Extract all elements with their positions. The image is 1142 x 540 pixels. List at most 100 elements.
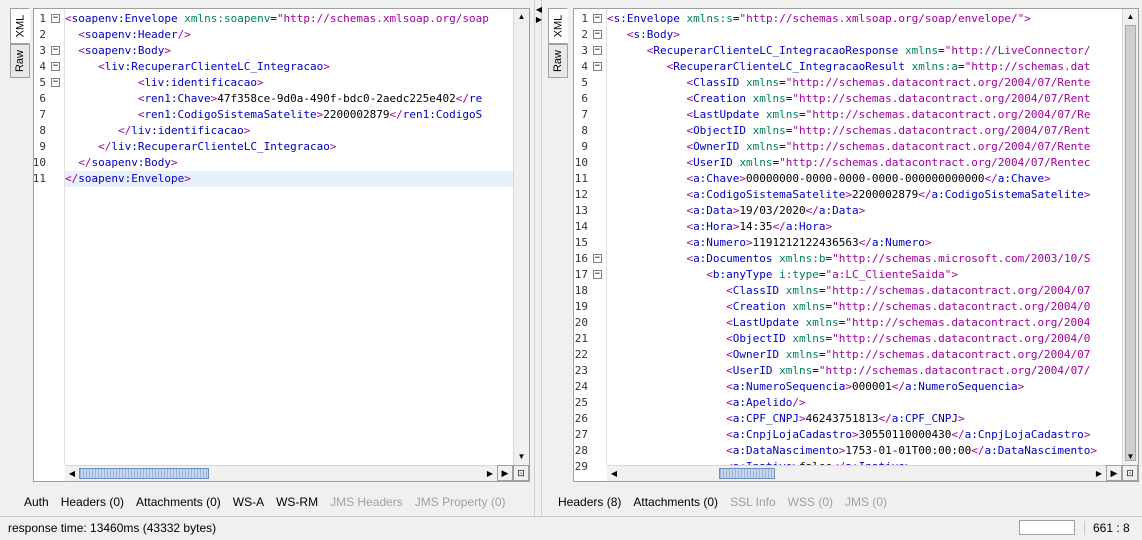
left-bottom-tab[interactable]: Attachments (0) <box>136 495 221 509</box>
code-line[interactable]: <ren1:CodigoSistemaSatelite>2200002879</… <box>65 107 482 123</box>
code-line[interactable]: <a:CPF_CNPJ>46243751813</a:CPF_CNPJ> <box>607 411 964 427</box>
response-tab-raw[interactable]: Raw <box>548 44 568 78</box>
scroll-down-icon[interactable]: ▼ <box>1123 449 1138 465</box>
token-tag: a:NumeroSequencia <box>905 380 1018 393</box>
fold-toggle-icon[interactable]: − <box>593 254 602 263</box>
code-line[interactable]: </soapenv:Envelope> <box>65 171 513 187</box>
code-line[interactable]: <soapenv:Body> <box>65 43 171 59</box>
token-br: </ <box>65 172 79 185</box>
code-line[interactable]: <ObjectID xmlns="http://schemas.datacont… <box>607 123 1090 139</box>
scroll-left-icon[interactable]: ◀ <box>65 466 79 481</box>
magnify-icon[interactable]: ⊡ <box>513 465 529 481</box>
right-bottom-tab[interactable]: Headers (8) <box>558 495 621 509</box>
code-line[interactable]: <a:Apelido/> <box>607 395 805 411</box>
token-tag: s:Body <box>633 28 674 41</box>
code-line[interactable]: <Creation xmlns="http://schemas.datacont… <box>607 299 1090 315</box>
scroll-right-icon[interactable]: ▶ <box>1106 465 1122 481</box>
code-line[interactable]: <liv:RecuperarClienteLC_Integracao> <box>65 59 330 75</box>
fold-toggle-icon[interactable]: − <box>593 62 602 71</box>
fold-toggle-icon[interactable]: − <box>51 46 60 55</box>
left-bottom-tab[interactable]: Auth <box>24 495 49 509</box>
left-bottom-tab[interactable]: WS-A <box>233 495 264 509</box>
code-line[interactable]: <ObjectID xmlns="http://schemas.datacont… <box>607 331 1090 347</box>
code-line[interactable]: <RecuperarClienteLC_IntegracaoResponse x… <box>607 43 1091 59</box>
scroll-up-icon[interactable]: ▲ <box>514 9 529 25</box>
scroll-up-icon[interactable]: ▲ <box>1123 9 1138 25</box>
fold-toggle-icon[interactable]: − <box>51 62 60 71</box>
scroll-right-icon[interactable]: ▶ <box>497 465 513 481</box>
code-line[interactable]: <UserID xmlns="http://schemas.datacontra… <box>607 155 1090 171</box>
code-line[interactable]: <a:Hora>14:35</a:Hora> <box>607 219 832 235</box>
code-line[interactable]: <a:Numero>1191212122436563</a:Numero> <box>607 235 931 251</box>
request-tab-xml[interactable]: XML <box>10 8 30 44</box>
code-line[interactable]: <UserID xmlns="http://schemas.datacontra… <box>607 363 1090 379</box>
request-xml-editor[interactable]: 1−2 3−4−5−6 7 8 9 10 11 <soapenv:Envelope xmln… <box>33 8 530 482</box>
code-line[interactable]: <soapenv:Envelope xmlns:soapenv="http://… <box>65 11 489 27</box>
fold-toggle-icon[interactable]: − <box>51 78 60 87</box>
request-horizontal-scrollbar[interactable]: ◀ ▶ <box>65 465 497 481</box>
line-number: 1 <box>581 12 588 25</box>
scroll-right-icon[interactable]: ▶ <box>1092 466 1106 481</box>
code-line[interactable]: <a:CodigoSistemaSatelite>2200002879</a:C… <box>607 187 1090 203</box>
response-code-area[interactable]: <s:Envelope xmlns:s="http://schemas.xmls… <box>607 9 1122 465</box>
response-hscroll-thumb[interactable] <box>719 468 775 479</box>
left-bottom-tab[interactable]: JMS Headers <box>330 495 403 509</box>
code-line[interactable]: <Creation xmlns="http://schemas.datacont… <box>607 91 1090 107</box>
code-line[interactable]: <LastUpdate xmlns="http://schemas.dataco… <box>607 315 1090 331</box>
code-line[interactable]: <ClassID xmlns="http://schemas.datacontr… <box>607 283 1090 299</box>
code-line[interactable]: <a:Data>19/03/2020</a:Data> <box>607 203 865 219</box>
fold-toggle-icon[interactable]: − <box>593 46 602 55</box>
token-br: > <box>799 412 806 425</box>
code-line[interactable]: <s:Envelope xmlns:s="http://schemas.xmls… <box>607 11 1031 27</box>
token-val: "http://schemas.dat <box>964 60 1091 73</box>
token-text: = <box>779 76 786 89</box>
fold-toggle-icon[interactable]: − <box>51 14 60 23</box>
token-attr: xmlns <box>752 92 786 105</box>
right-bottom-tab[interactable]: SSL Info <box>730 495 776 509</box>
code-line[interactable]: <b:anyType i:type="a:LC_ClienteSaida"> <box>607 267 958 283</box>
token-br: < <box>726 348 733 361</box>
fold-toggle-icon[interactable]: − <box>593 270 602 279</box>
request-hscroll-thumb[interactable] <box>79 468 209 479</box>
response-tab-xml[interactable]: XML <box>548 8 568 44</box>
pane-splitter[interactable]: ◀ ▶ <box>534 0 542 516</box>
line-number: 22 <box>574 348 588 361</box>
left-bottom-tab[interactable]: WS-RM <box>276 495 318 509</box>
code-line[interactable]: <a:Chave>00000000-0000-0000-0000-0000000… <box>607 171 1050 187</box>
magnify-icon[interactable]: ⊡ <box>1122 465 1138 481</box>
code-line[interactable]: <ClassID xmlns="http://schemas.datacontr… <box>607 75 1090 91</box>
code-line[interactable]: <liv:identificacao> <box>65 75 264 91</box>
request-vertical-scrollbar[interactable]: ▲ ▼ <box>513 9 529 465</box>
code-line[interactable]: <LastUpdate xmlns="http://schemas.dataco… <box>607 107 1090 123</box>
fold-toggle-icon[interactable]: − <box>593 14 602 23</box>
left-bottom-tab[interactable]: JMS Property (0) <box>415 495 506 509</box>
request-tab-raw[interactable]: Raw <box>10 44 30 78</box>
code-line[interactable]: </soapenv:Body> <box>65 155 177 171</box>
code-line[interactable]: <a:CnpjLojaCadastro>30550110000430</a:Cn… <box>607 427 1090 443</box>
code-line[interactable]: </liv:identificacao> <box>65 123 250 139</box>
response-vscroll-thumb[interactable] <box>1125 25 1136 461</box>
response-horizontal-scrollbar[interactable]: ◀ ▶ <box>607 465 1106 481</box>
fold-toggle-icon[interactable]: − <box>593 30 602 39</box>
request-code-area[interactable]: <soapenv:Envelope xmlns:soapenv="http://… <box>65 9 513 465</box>
right-bottom-tab[interactable]: JMS (0) <box>845 495 887 509</box>
code-line[interactable]: <a:Documentos xmlns:b="http://schemas.mi… <box>607 251 1090 267</box>
right-bottom-tab[interactable]: WSS (0) <box>788 495 833 509</box>
right-bottom-tab[interactable]: Attachments (0) <box>633 495 718 509</box>
scroll-right-icon[interactable]: ▶ <box>483 466 497 481</box>
scroll-left-icon[interactable]: ◀ <box>607 466 621 481</box>
code-line[interactable]: <a:NumeroSequencia>000001</a:NumeroSeque… <box>607 379 1024 395</box>
code-line[interactable]: <a:DataNascimento>1753-01-01T00:00:00</a… <box>607 443 1097 459</box>
code-line[interactable]: <RecuperarClienteLC_IntegracaoResult xml… <box>607 59 1091 75</box>
scroll-down-icon[interactable]: ▼ <box>514 449 529 465</box>
left-bottom-tab[interactable]: Headers (0) <box>61 495 124 509</box>
response-xml-editor[interactable]: 1−2−3−4−5 6 7 8 9 10 11 12 13 14 15 16−17−18 19 20 21 2… <box>573 8 1139 482</box>
code-line[interactable]: </liv:RecuperarClienteLC_Integracao> <box>65 139 336 155</box>
code-line[interactable]: <s:Body> <box>607 27 680 43</box>
code-line[interactable]: <OwnerID xmlns="http://schemas.datacontr… <box>607 139 1090 155</box>
code-line[interactable]: <ren1:Chave>47f358ce-9d0a-490f-bdc0-2aed… <box>65 91 482 107</box>
code-line[interactable]: <OwnerID xmlns="http://schemas.datacontr… <box>607 347 1090 363</box>
response-vertical-scrollbar[interactable]: ▲ ▼ <box>1122 9 1138 465</box>
code-line[interactable]: <soapenv:Header/> <box>65 27 191 43</box>
